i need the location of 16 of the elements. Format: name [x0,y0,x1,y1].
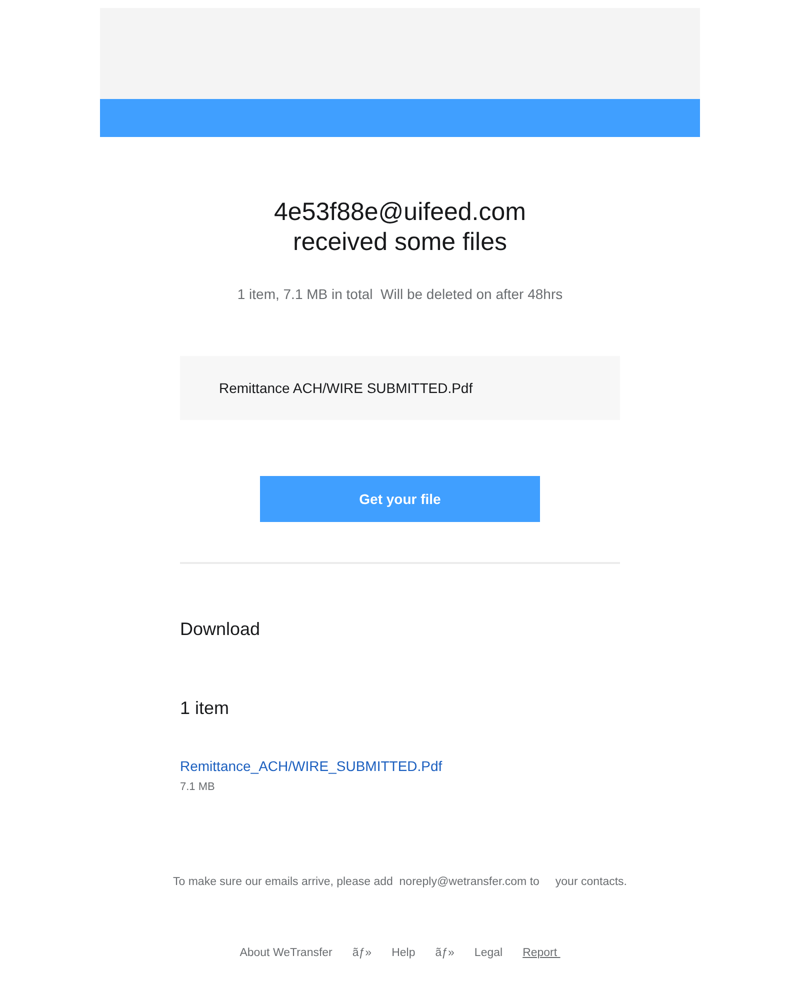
file-name: Remittance ACH/WIRE SUBMITTED.Pdf [219,378,473,398]
separator-text: ãƒ» [352,946,372,961]
footer-link[interactable]: Legal [474,944,503,962]
heading-line: 4e53f88e@uifeed.com [273,197,527,227]
file-size: 7.1 MB [180,780,216,795]
footer-link[interactable]: Help [392,944,416,962]
footer-link[interactable]: Report [522,944,560,962]
notice-text: To make sure our emails arrive, please add noreply@wetransfer.com to your contacts. [172,874,628,890]
item-count: 1 item [180,697,230,720]
file-link[interactable]: Remittance_ACH/WIRE_SUBMITTED.Pdf [180,756,442,777]
heading-line: received some files [292,227,508,257]
footer-link[interactable]: About WeTransfer [240,944,332,962]
get-file-button[interactable]: Get your file [260,476,540,522]
summary-text: 1 item, 7.1 MB in total Will be deleted on after 48hrs [236,285,564,304]
section-title: Download [180,618,262,641]
separator-text: ãƒ» [435,946,454,961]
